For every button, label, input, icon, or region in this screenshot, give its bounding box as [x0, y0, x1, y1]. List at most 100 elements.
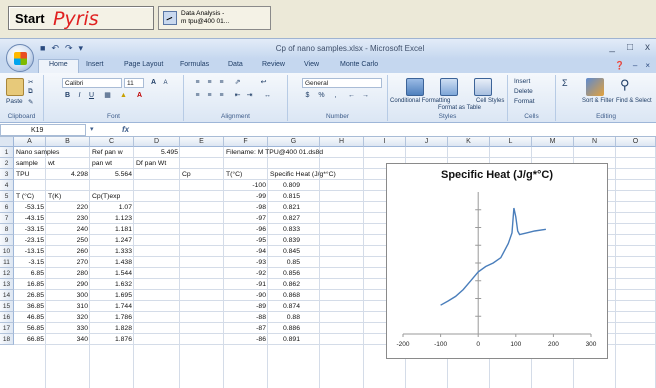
cell-f14[interactable]: -90 [226, 290, 266, 301]
format-cells-button[interactable]: Format [514, 98, 535, 105]
tab-home[interactable]: Home [38, 59, 79, 73]
conditional-formatting-label[interactable]: Conditional Formatting [390, 98, 450, 104]
cell-g9[interactable]: 0.839 [270, 235, 300, 246]
column-header-d[interactable]: D [134, 137, 180, 147]
column-header-b[interactable]: B [46, 137, 90, 147]
tab-formulas[interactable]: Formulas [180, 61, 209, 68]
cell-a18[interactable]: 66.85 [16, 334, 44, 345]
paste-label[interactable]: Paste [6, 98, 23, 105]
maximize-button[interactable]: □ [627, 42, 633, 53]
grow-font-button[interactable]: A [148, 78, 159, 88]
cell-f3[interactable]: T(°C) [226, 169, 242, 180]
cell-g14[interactable]: 0.868 [270, 290, 300, 301]
row-header-12[interactable]: 12 [0, 268, 14, 279]
tab-view[interactable]: View [304, 61, 319, 68]
cell-b9[interactable]: 250 [48, 235, 88, 246]
cell-b3[interactable]: 4.298 [48, 169, 88, 180]
row-header-6[interactable]: 6 [0, 202, 14, 213]
cell-b13[interactable]: 290 [48, 279, 88, 290]
undo-icon[interactable]: ↶ [51, 43, 59, 54]
cell-g15[interactable]: 0.874 [270, 301, 300, 312]
save-icon[interactable]: ■ [40, 43, 45, 54]
cell-g16[interactable]: 0.88 [270, 312, 300, 323]
cell-a15[interactable]: 36.85 [16, 301, 44, 312]
italic-button[interactable]: I [74, 91, 85, 101]
column-header-m[interactable]: M [532, 137, 574, 147]
cell-a14[interactable]: 26.85 [16, 290, 44, 301]
cell-g12[interactable]: 0.856 [270, 268, 300, 279]
comma-icon[interactable]: , [330, 91, 341, 101]
percent-icon[interactable]: % [316, 91, 327, 101]
cell-g11[interactable]: 0.85 [270, 257, 300, 268]
find-select-label[interactable]: Find & Select [616, 98, 652, 104]
cell-b15[interactable]: 310 [48, 301, 88, 312]
tab-insert[interactable]: Insert [86, 61, 104, 68]
cell-f12[interactable]: -92 [226, 268, 266, 279]
row-header-13[interactable]: 13 [0, 279, 14, 290]
data-analysis-task-button[interactable]: Data Analysis - m tpu@400 01... [158, 6, 271, 30]
cell-f11[interactable]: -93 [226, 257, 266, 268]
cell-f4[interactable]: -100 [226, 180, 266, 191]
column-header-n[interactable]: N [574, 137, 616, 147]
insert-function-icon[interactable]: fx [122, 125, 129, 134]
cell-f1[interactable]: Filename: M TPU@400 01.ds8d [226, 147, 323, 158]
align-middle-icon[interactable]: ≡ [204, 78, 215, 88]
align-center-icon[interactable]: ≡ [204, 91, 215, 101]
tab-monte-carlo[interactable]: Monte Carlo [340, 61, 378, 68]
cell-f16[interactable]: -88 [226, 312, 266, 323]
tab-review[interactable]: Review [262, 61, 285, 68]
cell-f5[interactable]: -99 [226, 191, 266, 202]
cell-a8[interactable]: -33.15 [16, 224, 44, 235]
cell-c11[interactable]: 1.438 [92, 257, 132, 268]
cell-a5[interactable]: T (°C) [16, 191, 34, 202]
cell-c8[interactable]: 1.181 [92, 224, 132, 235]
cell-a11[interactable]: -3.15 [16, 257, 45, 268]
cell-c18[interactable]: 1.876 [92, 334, 132, 345]
column-header-k[interactable]: K [448, 137, 490, 147]
cell-e3[interactable]: Cp [182, 169, 191, 180]
cell-a12[interactable]: 6.85 [16, 268, 44, 279]
row-header-9[interactable]: 9 [0, 235, 14, 246]
cell-c7[interactable]: 1.123 [92, 213, 132, 224]
cell-b8[interactable]: 240 [48, 224, 88, 235]
cell-c5[interactable]: Cp(T)exp [92, 191, 120, 202]
currency-icon[interactable]: $ [302, 91, 313, 101]
row-header-2[interactable]: 2 [0, 158, 14, 169]
cell-d1[interactable]: 5.495 [136, 147, 178, 158]
pyris-start-button[interactable]: Start Pyris [8, 6, 154, 30]
row-header-4[interactable]: 4 [0, 180, 14, 191]
select-all-corner[interactable] [0, 137, 14, 147]
column-header-g[interactable]: G [268, 137, 320, 147]
decrease-decimal-icon[interactable]: → [360, 91, 371, 101]
find-select-icon[interactable]: ⚲ [620, 77, 630, 93]
decrease-indent-icon[interactable]: ⇤ [232, 91, 243, 101]
cell-g8[interactable]: 0.833 [270, 224, 300, 235]
cell-c2[interactable]: pan wt [92, 158, 112, 169]
cell-f6[interactable]: -98 [226, 202, 266, 213]
column-header-l[interactable]: L [490, 137, 532, 147]
column-header-j[interactable]: J [406, 137, 448, 147]
cell-f9[interactable]: -95 [226, 235, 266, 246]
cell-c10[interactable]: 1.333 [92, 246, 132, 257]
cell-b18[interactable]: 340 [48, 334, 88, 345]
row-header-17[interactable]: 17 [0, 323, 14, 334]
name-box-dropdown-icon[interactable]: ▾ [90, 125, 94, 133]
cell-f10[interactable]: -94 [226, 246, 266, 257]
cell-g5[interactable]: 0.815 [270, 191, 300, 202]
cell-f7[interactable]: -97 [226, 213, 266, 224]
name-box[interactable]: K19 [0, 124, 86, 136]
cell-a2[interactable]: sample [16, 158, 38, 169]
cell-c12[interactable]: 1.544 [92, 268, 132, 279]
cell-g13[interactable]: 0.862 [270, 279, 300, 290]
row-header-11[interactable]: 11 [0, 257, 14, 268]
tab-data[interactable]: Data [228, 61, 243, 68]
font-name-select[interactable]: Calibri [62, 78, 122, 88]
format-painter-icon[interactable]: ✎ [28, 98, 33, 106]
underline-button[interactable]: U [86, 91, 97, 101]
autosum-icon[interactable]: Σ [562, 78, 568, 88]
row-header-10[interactable]: 10 [0, 246, 14, 257]
customize-qat-icon[interactable]: ▾ [79, 43, 84, 54]
cell-c9[interactable]: 1.247 [92, 235, 132, 246]
cell-g3[interactable]: Specific Heat (J/g*°C) [270, 169, 336, 180]
column-header-h[interactable]: H [320, 137, 364, 147]
